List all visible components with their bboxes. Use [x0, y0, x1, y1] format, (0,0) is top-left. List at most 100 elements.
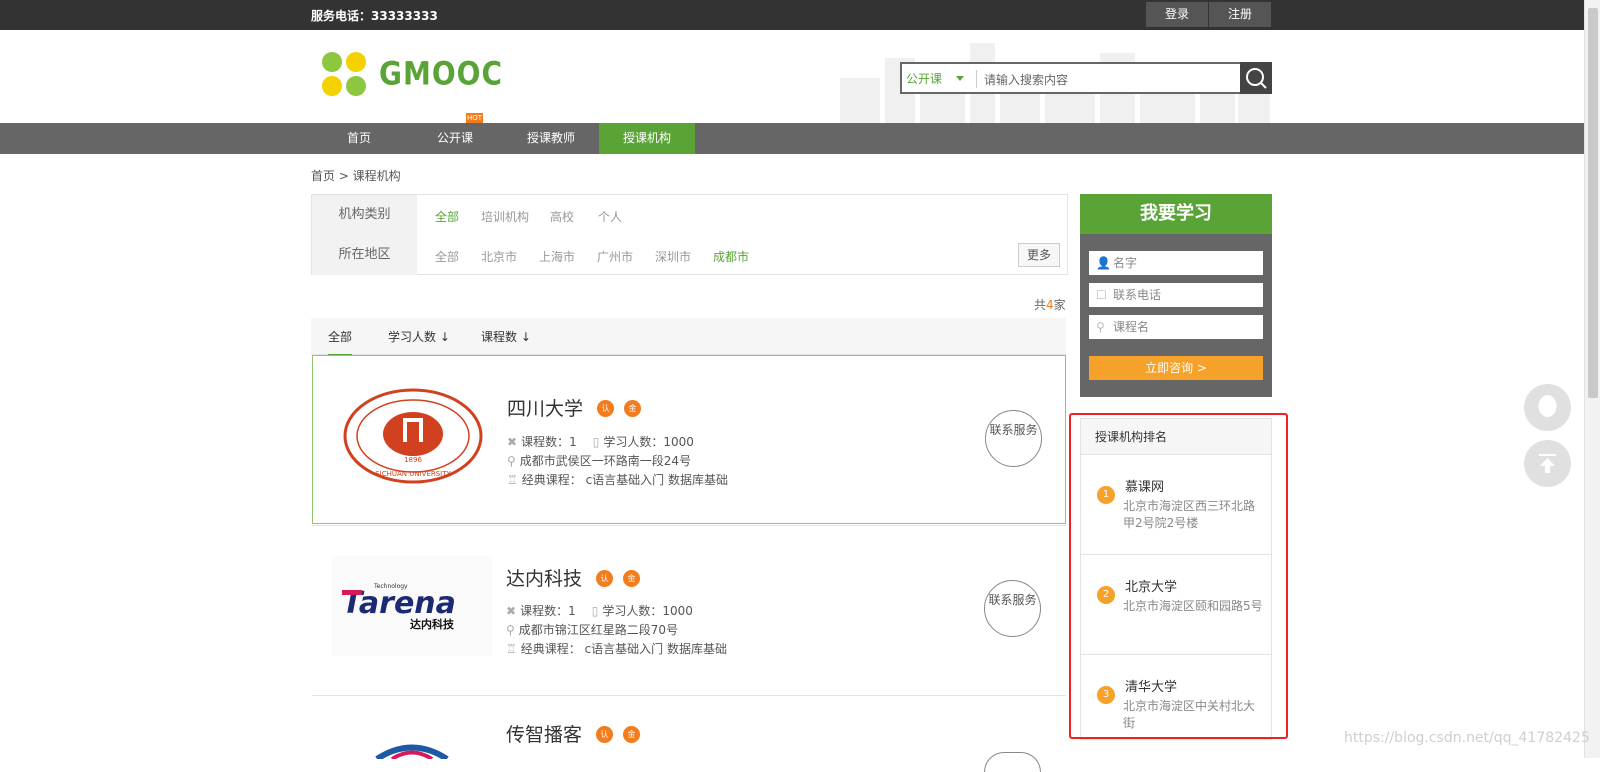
category-option-university[interactable]: 高校	[550, 208, 574, 225]
student-icon: ▯	[592, 435, 600, 449]
region-option-shenzhen[interactable]: 深圳市	[655, 248, 691, 265]
course-icon: ✖	[507, 435, 518, 449]
org-student-count: 学习人数：1000	[603, 435, 694, 449]
classic-icon: ♖	[507, 473, 518, 487]
org-address: 成都市武侯区一环路南一段24号	[519, 454, 692, 468]
phone-input[interactable]: ☐ 联系电话	[1089, 283, 1263, 307]
login-button[interactable]: 登录	[1146, 2, 1208, 27]
scrollbar[interactable]	[1584, 0, 1600, 758]
total-number: 4	[1046, 298, 1054, 312]
phone-placeholder: 联系电话	[1113, 288, 1162, 302]
sort-tab-all[interactable]: 全部	[328, 328, 353, 356]
itcast-logo[interactable]	[372, 744, 452, 759]
caret-down-icon[interactable]	[956, 76, 964, 81]
arrow-up-icon	[1539, 454, 1556, 473]
phone-icon: ☐	[1096, 288, 1107, 302]
org-address-row: ⚲ 成都市锦江区红星路二段70号	[506, 621, 678, 638]
form-title: 我要学习	[1080, 194, 1272, 234]
search-button[interactable]	[1240, 62, 1272, 94]
sort-tab-students[interactable]: 学习人数 ↓	[388, 328, 450, 345]
category-filter-label: 机构类别	[312, 195, 417, 235]
total-count: 共4家	[1034, 296, 1066, 313]
org-classic-courses[interactable]: 经典课程： c语言基础入门 数据库基础	[521, 642, 727, 656]
contact-service-button[interactable]: 联系服务	[985, 410, 1042, 467]
category-option-individual[interactable]: 个人	[598, 208, 622, 225]
gold-badge-icon: 金	[624, 400, 641, 417]
top-bar: 服务电话：33333333 登录 注册	[0, 0, 1584, 30]
org-card[interactable]: 1896 SICHUAN UNIVERSITY 四川大学 认 金 ✖ 课程数：1 ▯…	[312, 355, 1066, 524]
category-option-all[interactable]: 全部	[435, 208, 459, 225]
region-option-chengdu[interactable]: 成都市	[713, 248, 749, 265]
org-course-count: 课程数：1	[521, 435, 577, 449]
scrollbar-thumb[interactable]	[1588, 8, 1598, 398]
region-option-all[interactable]: 全部	[435, 248, 459, 265]
sichuan-logo-year: 1896	[404, 456, 422, 464]
location-icon: ⚲	[507, 454, 516, 468]
total-prefix: 共	[1034, 298, 1047, 312]
org-name[interactable]: 传智播客	[506, 720, 582, 747]
nav-institutions[interactable]: 授课机构	[599, 123, 695, 154]
hot-badge: HOT	[466, 113, 483, 123]
sichuan-university-logo[interactable]: 1896 SICHUAN UNIVERSITY	[333, 386, 493, 486]
org-stats: ✖ 课程数：1 ▯ 学习人数：1000	[506, 602, 693, 619]
main-nav: 首页 公开课 授课教师 授课机构	[0, 123, 1584, 154]
org-address-row: ⚲ 成都市武侯区一环路南一段24号	[507, 452, 691, 469]
breadcrumb[interactable]: 首页 > 课程机构	[311, 167, 401, 184]
contact-service-button[interactable]	[984, 752, 1041, 772]
qq-float-button[interactable]	[1524, 384, 1571, 431]
search-category-select[interactable]: 公开课	[906, 70, 942, 87]
region-option-beijing[interactable]: 北京市	[481, 248, 517, 265]
org-name[interactable]: 达内科技	[506, 564, 582, 591]
back-to-top-button[interactable]	[1524, 440, 1571, 487]
header: GMOOC 公开课 请输入搜索内容	[0, 30, 1584, 123]
nav-open-courses[interactable]: 公开课	[407, 123, 503, 154]
org-card[interactable]: Technology Tarena 达内科技 达内科技 认 金 ✖ 课程数：1 ▯ 学…	[312, 525, 1066, 694]
more-button[interactable]: 更多	[1018, 243, 1060, 267]
search-input[interactable]: 请输入搜索内容	[984, 71, 1068, 88]
register-button[interactable]: 注册	[1209, 2, 1271, 27]
gold-badge-icon: 金	[623, 726, 640, 743]
nav-teachers[interactable]: 授课教师	[503, 123, 599, 154]
region-option-guangzhou[interactable]: 广州市	[597, 248, 633, 265]
search-icon	[1246, 68, 1267, 89]
classic-icon: ♖	[506, 642, 517, 656]
gold-badge-icon: 金	[623, 570, 640, 587]
total-suffix: 家	[1053, 298, 1066, 312]
org-name[interactable]: 四川大学	[507, 394, 583, 421]
sichuan-logo-english: SICHUAN UNIVERSITY	[375, 470, 451, 478]
contact-service-button[interactable]: 联系服务	[984, 580, 1041, 637]
org-classic-courses[interactable]: 经典课程： c语言基础入门 数据库基础	[522, 473, 728, 487]
org-classic-row: ♖ 经典课程： c语言基础入门 数据库基础	[506, 640, 727, 657]
certified-badge-icon: 认	[596, 570, 613, 587]
certified-badge-icon: 认	[596, 726, 613, 743]
consult-button[interactable]: 立即咨询 >	[1089, 356, 1263, 380]
course-icon: ✖	[506, 604, 517, 618]
name-placeholder: 名字	[1113, 256, 1138, 270]
logo-text[interactable]: GMOOC	[379, 55, 503, 93]
org-address: 成都市锦江区红星路二段70号	[518, 623, 679, 637]
org-card[interactable]: 传智播客 认 金	[312, 695, 1066, 772]
sort-tabs: 全部 学习人数 ↓ 课程数 ↓	[311, 318, 1066, 356]
org-student-count: 学习人数：1000	[602, 604, 693, 618]
category-option-training[interactable]: 培训机构	[481, 208, 529, 225]
service-phone: 服务电话：33333333	[311, 9, 438, 23]
student-icon: ▯	[591, 604, 599, 618]
learning-form: 我要学习 👤 名字 ☐ 联系电话 ⚲ 课程名 立即咨询 >	[1080, 194, 1272, 397]
watermark: https://blog.csdn.net/qq_41782425	[1344, 730, 1590, 746]
tarena-logo[interactable]: Technology Tarena 达内科技	[332, 556, 492, 656]
course-input[interactable]: ⚲ 课程名	[1089, 315, 1263, 339]
user-icon: 👤	[1096, 256, 1111, 270]
name-input[interactable]: 👤 名字	[1089, 251, 1263, 275]
org-classic-row: ♖ 经典课程： c语言基础入门 数据库基础	[507, 471, 728, 488]
course-placeholder: 课程名	[1113, 320, 1150, 334]
region-option-shanghai[interactable]: 上海市	[539, 248, 575, 265]
org-stats: ✖ 课程数：1 ▯ 学习人数：1000	[507, 433, 694, 450]
search-bar: 公开课 请输入搜索内容	[900, 62, 1272, 94]
location-pin-icon: ⚲	[1096, 320, 1105, 334]
tarena-logo-chinese: 达内科技	[410, 617, 455, 631]
nav-home[interactable]: 首页	[311, 123, 407, 154]
qq-icon	[1538, 395, 1557, 417]
location-icon: ⚲	[506, 623, 515, 637]
org-course-count: 课程数：1	[520, 604, 576, 618]
sort-tab-courses[interactable]: 课程数 ↓	[481, 328, 531, 345]
